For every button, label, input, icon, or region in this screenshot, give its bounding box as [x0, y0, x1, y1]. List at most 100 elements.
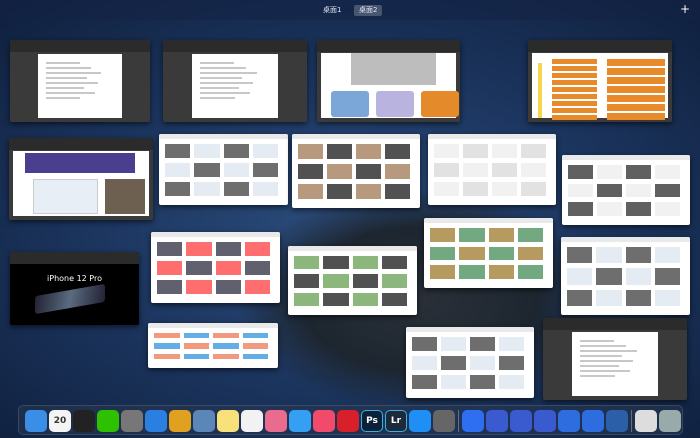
window-thumbnail[interactable] [561, 237, 690, 315]
slide-box [552, 87, 597, 92]
page-content-block [356, 164, 381, 179]
page-content-block [470, 356, 495, 370]
qq-icon[interactable] [73, 410, 95, 432]
netease-music-icon[interactable] [337, 410, 359, 432]
page-content-block [223, 144, 249, 158]
page-content-block [298, 164, 323, 179]
window-thumbnail[interactable] [406, 327, 534, 398]
spaces-bar: 桌面1 桌面2 + [0, 0, 700, 20]
text-line [579, 370, 630, 372]
word-doc-1-icon[interactable] [558, 410, 580, 432]
window-thumbnail[interactable] [148, 323, 278, 368]
window-thumbnail[interactable] [288, 246, 417, 315]
page-content-block [352, 256, 378, 270]
notes-icon[interactable] [217, 410, 239, 432]
page-content-block [244, 261, 270, 275]
page-content-block [183, 333, 209, 339]
window-thumbnail[interactable] [317, 40, 460, 122]
page-content-block [654, 289, 680, 306]
window-toolbar [562, 155, 690, 160]
page-content-block [215, 280, 241, 294]
page-content-block [568, 183, 593, 198]
page-content-block [323, 256, 349, 270]
app-store-icon[interactable] [409, 410, 431, 432]
ppt-doc-3-icon[interactable] [534, 410, 556, 432]
window-thumbnail[interactable] [163, 40, 307, 122]
text-line [579, 345, 626, 347]
slide-arrow [538, 63, 542, 118]
preview-icon[interactable] [193, 410, 215, 432]
dock-separator [631, 410, 632, 432]
window-toolbar [428, 134, 556, 139]
wps-icon[interactable] [462, 410, 484, 432]
space-desktop-1[interactable]: 桌面1 [318, 5, 346, 16]
ppt-doc-1-icon[interactable] [486, 410, 508, 432]
photos-icon[interactable] [265, 410, 287, 432]
text-line [46, 92, 95, 94]
page-content-block [488, 246, 514, 261]
window-thumbnail[interactable] [543, 318, 687, 400]
window-thumbnail[interactable] [562, 155, 690, 225]
page-content-block [244, 280, 270, 294]
page-content-block [625, 289, 651, 306]
window-thumbnail[interactable] [528, 40, 672, 122]
music-icon[interactable] [313, 410, 335, 432]
window-thumbnail[interactable] [424, 218, 553, 288]
window-toolbar [9, 138, 153, 150]
quicktime-icon[interactable] [606, 410, 628, 432]
window-thumbnail[interactable] [159, 134, 288, 205]
word-doc-2-icon[interactable] [582, 410, 604, 432]
safari-icon[interactable] [145, 410, 167, 432]
iphone-image [35, 283, 105, 315]
launchpad-icon[interactable] [121, 410, 143, 432]
ppt-doc-2-icon[interactable] [510, 410, 532, 432]
dock-separator [458, 410, 459, 432]
text-line [579, 365, 619, 367]
slide-box [552, 80, 597, 85]
window-thumbnail[interactable] [10, 40, 150, 122]
page-content-block [223, 163, 249, 177]
photoshop-icon[interactable]: Ps [361, 410, 383, 432]
system-preferences-icon[interactable] [433, 410, 455, 432]
page-content-block [655, 183, 680, 198]
page-content-block [441, 375, 466, 389]
add-space-button[interactable]: + [680, 2, 690, 16]
page-content-block [412, 375, 437, 389]
slide-box [607, 59, 665, 66]
chrome-icon[interactable] [169, 410, 191, 432]
page-content-block [183, 353, 209, 359]
document-page [191, 54, 279, 118]
page-content-block [434, 182, 459, 196]
page-content-block [294, 292, 320, 306]
page-content-block [492, 163, 517, 177]
space-desktop-2[interactable]: 桌面2 [354, 5, 383, 16]
finder-icon[interactable] [25, 410, 47, 432]
window-thumbnail[interactable]: iPhone 12 Pro [10, 252, 139, 325]
text-line [46, 87, 84, 89]
page-content-block [194, 182, 220, 196]
wechat-icon[interactable] [97, 410, 119, 432]
page-content-block [434, 144, 459, 158]
page-content-block [430, 228, 456, 242]
screen-window-icon[interactable] [635, 410, 657, 432]
page-content-block [412, 337, 437, 351]
page-content-block [298, 144, 323, 159]
page-content-block [463, 144, 488, 158]
page-content-block [492, 182, 517, 196]
trash-icon[interactable] [659, 410, 681, 432]
window-thumbnail[interactable] [151, 232, 280, 303]
text-line [46, 72, 102, 74]
window-thumbnail[interactable] [428, 134, 556, 205]
lightroom-icon[interactable]: Lr [385, 410, 407, 432]
page-content-block [567, 268, 593, 285]
page-content-block [242, 353, 268, 359]
window-thumbnail[interactable] [9, 138, 153, 220]
reminders-icon[interactable] [241, 410, 263, 432]
page-content-block [597, 183, 622, 198]
slide-box [607, 104, 665, 111]
slide-box [607, 68, 665, 75]
window-thumbnail[interactable] [292, 134, 420, 208]
messages-icon[interactable] [289, 410, 311, 432]
page-content-block [242, 343, 268, 349]
calendar-icon[interactable]: 20 [49, 410, 71, 432]
